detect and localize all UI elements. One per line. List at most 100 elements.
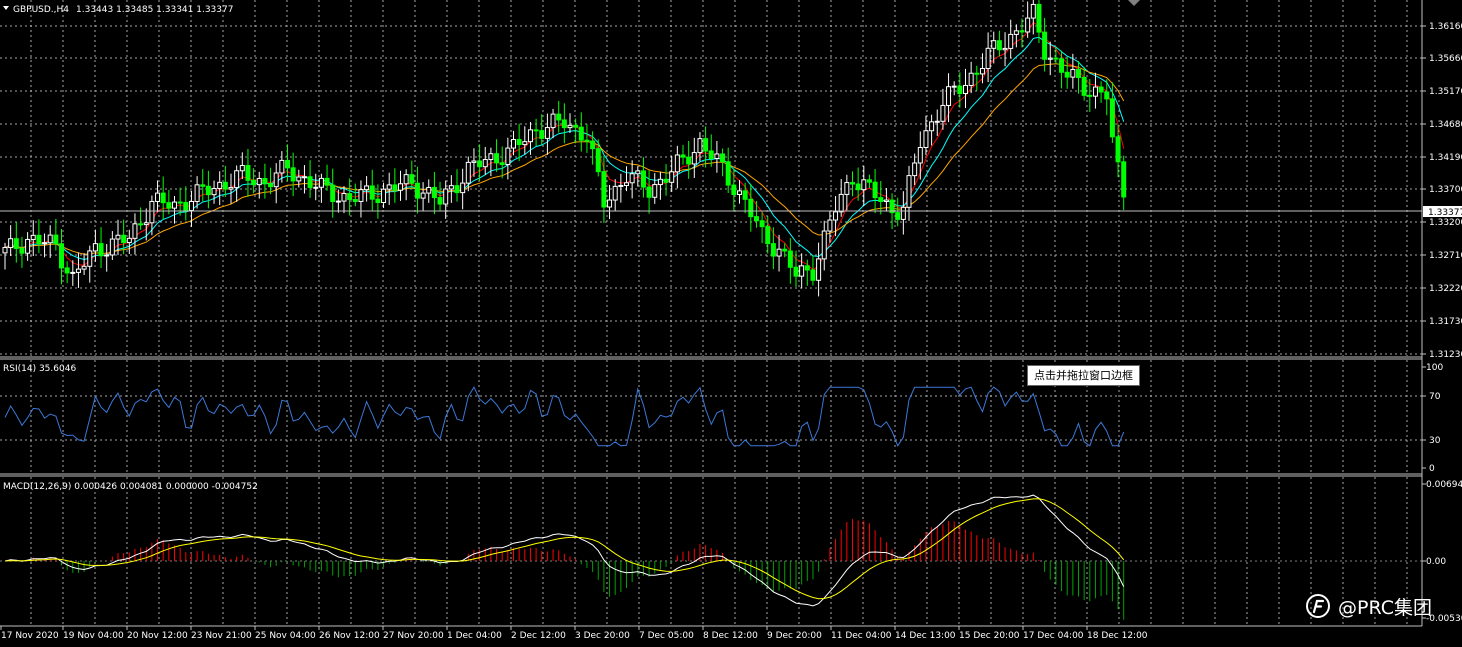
- time-axis[interactable]: 17 Nov 2020 19 Nov 04:00 20 Nov 12:00 23 No…: [0, 626, 1148, 641]
- candle-bear: [866, 179, 872, 183]
- time-tick-label: 17 Nov 2020: [1, 631, 59, 641]
- symbol-label: GBPUSD.,H4: [13, 5, 69, 15]
- candle-bear: [782, 248, 788, 252]
- candle-bear: [753, 216, 759, 222]
- candle-bull: [301, 176, 307, 179]
- candle-bull: [968, 72, 974, 86]
- price-tick-label: 1.36160: [1429, 22, 1462, 32]
- candle-bull: [522, 141, 528, 146]
- candle-bull: [505, 147, 511, 166]
- candle-bull: [799, 265, 805, 277]
- price-axis[interactable]: 1.36160 1.35660 1.35170 1.34680 1.34190 1.337…: [1422, 22, 1462, 360]
- candle-bear: [1081, 76, 1087, 96]
- candle-bear: [850, 182, 855, 185]
- candle-bull: [691, 152, 697, 165]
- candle-bull: [143, 222, 149, 226]
- shift-marker-icon[interactable]: [1128, 0, 1140, 6]
- candle-bear: [1115, 136, 1121, 163]
- macd-tick-label: 0.00694: [1426, 480, 1462, 490]
- candle-bull: [652, 184, 658, 198]
- watermark: @PRC集团: [1306, 592, 1432, 620]
- candle-bull: [273, 172, 279, 188]
- candle-bull: [776, 248, 782, 257]
- time-tick-label: 14 Dec 13:00: [895, 631, 956, 641]
- rsi-label: RSI(14) 35.6046: [3, 364, 76, 374]
- candle-bear: [855, 183, 861, 191]
- candle-bear: [477, 160, 483, 168]
- candle-bear: [177, 201, 183, 204]
- candle-bear: [59, 243, 64, 269]
- candle-bull: [883, 199, 889, 202]
- candle-bull: [917, 146, 923, 164]
- watermark-text: @PRC集团: [1338, 596, 1432, 619]
- candle-bear: [1104, 91, 1110, 100]
- candle-bear: [556, 113, 562, 121]
- candle-bull: [313, 186, 319, 189]
- dropdown-triangle-icon[interactable]: [3, 6, 9, 10]
- candle-bear: [98, 243, 104, 257]
- candle-bear: [19, 247, 25, 254]
- time-tick-label: 3 Dec 20:00: [575, 631, 630, 641]
- candle-bull: [239, 165, 245, 172]
- candle-bear: [646, 186, 652, 198]
- candle-bull: [511, 139, 516, 149]
- ma-slow-line: [4, 63, 1125, 255]
- price-tick-label: 1.32710: [1429, 251, 1462, 261]
- candle-bull: [1025, 17, 1031, 33]
- candle-bull: [1047, 57, 1053, 60]
- candle-bear: [414, 182, 420, 199]
- candle-bull: [465, 161, 471, 184]
- candle-bear: [1098, 86, 1104, 93]
- candle-bull: [951, 85, 957, 88]
- price-tick-label: 1.31230: [1429, 350, 1462, 360]
- candle-bear: [1109, 98, 1115, 138]
- candle-bull: [25, 238, 31, 254]
- macd-tick-label: 0.00: [1426, 557, 1446, 567]
- time-tick-label: 20 Nov 12:00: [127, 631, 188, 641]
- trading-chart[interactable]: GBPUSD.,H4 1.33443 1.33485 1.33341 1.333…: [0, 0, 1462, 647]
- price-tick-label: 1.32220: [1429, 284, 1462, 294]
- candle-bull: [318, 177, 324, 188]
- rsi-tick-label: 30: [1429, 436, 1441, 446]
- candle-bear: [53, 234, 59, 245]
- candle-bull: [827, 219, 833, 232]
- candle-bear: [409, 174, 415, 184]
- candle-bear: [251, 179, 257, 186]
- candle-bear: [810, 269, 816, 281]
- candle-bull: [1070, 68, 1076, 78]
- candle-bull: [335, 200, 341, 203]
- candle-bull: [940, 104, 946, 122]
- candle-bear: [996, 40, 1002, 51]
- candle-bull: [211, 187, 217, 196]
- candle-bear: [330, 184, 336, 202]
- candle-bull: [358, 189, 364, 202]
- macd-main-line: [4, 494, 1125, 607]
- candle-bull: [443, 188, 449, 205]
- candle-bear: [307, 176, 313, 188]
- macd-label: MACD(12,26,9) 0.000426 0.004081 0.000000…: [3, 482, 258, 492]
- candle-bear: [516, 139, 522, 146]
- candle-bull: [527, 129, 533, 143]
- candle-bear: [1036, 3, 1042, 33]
- candle-bull: [1002, 47, 1008, 51]
- candle-bull: [1030, 3, 1036, 19]
- candle-bull: [912, 162, 918, 177]
- candle-bear: [703, 138, 709, 152]
- price-tick-label: 1.35170: [1429, 87, 1462, 97]
- candle-bull: [172, 201, 177, 209]
- price-tick-label: 1.34190: [1429, 153, 1462, 163]
- time-tick-label: 17 Dec 04:00: [1023, 631, 1084, 641]
- candle-bear: [561, 119, 567, 129]
- candle-bear: [590, 140, 596, 150]
- rsi-axis: 100 70 30 0: [1422, 363, 1443, 474]
- candle-bear: [347, 193, 353, 201]
- candle-bear: [748, 198, 754, 218]
- time-tick-label: 1 Dec 04:00: [447, 631, 502, 641]
- candle-bull: [2, 247, 8, 254]
- candle-bull: [1013, 30, 1019, 35]
- candle-bull: [8, 238, 14, 249]
- candle-bear: [1059, 58, 1065, 73]
- time-tick-label: 2 Dec 12:00: [511, 631, 566, 641]
- candle-bear: [1121, 161, 1127, 198]
- candle-bull: [155, 192, 161, 202]
